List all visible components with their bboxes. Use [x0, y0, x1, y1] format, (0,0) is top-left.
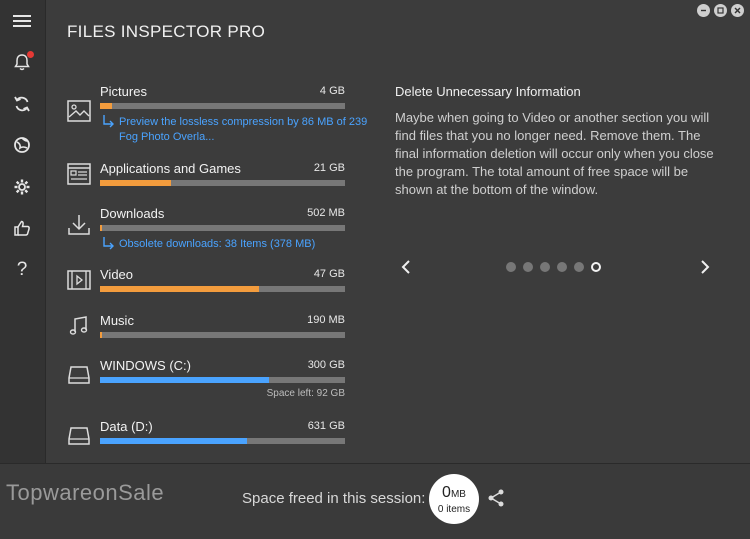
tip-title: Delete Unnecessary Information: [395, 84, 581, 99]
progress-bar: [100, 103, 345, 109]
drive-name: WINDOWS (C:): [100, 358, 191, 373]
globe-icon[interactable]: [10, 133, 34, 157]
progress-fill: [100, 438, 247, 444]
corner-arrow-icon: [103, 237, 114, 250]
notification-badge: [27, 51, 34, 58]
progress-bar: [100, 180, 345, 186]
pagination-dot[interactable]: [540, 262, 550, 272]
category-size: 502 MB: [307, 207, 345, 219]
drive-icon: [67, 425, 93, 451]
drive-icon: [67, 364, 93, 390]
freed-value: 0MB: [442, 484, 466, 501]
pagination-dot[interactable]: [557, 262, 567, 272]
applications-icon: [67, 163, 93, 189]
space-freed-label: Space freed in this session:: [242, 490, 426, 507]
category-name: Video: [100, 267, 134, 282]
watermark: TopwareonSale: [6, 480, 165, 505]
category-size: 4 GB: [319, 85, 345, 97]
bell-icon[interactable]: [10, 50, 34, 74]
app-title: FILES INSPECTOR PRO: [67, 22, 266, 41]
category-size: 190 MB: [307, 314, 345, 326]
window-controls: [697, 4, 744, 17]
thumbs-up-icon[interactable]: [10, 216, 34, 240]
category-name: Downloads: [100, 206, 165, 221]
pagination-dot[interactable]: [523, 262, 533, 272]
category-size: 47 GB: [313, 268, 345, 280]
corner-arrow-icon: [103, 115, 114, 128]
hint-text[interactable]: Preview the lossless compression by 86 M…: [119, 116, 367, 143]
prev-tip-button[interactable]: [398, 258, 414, 276]
music-icon: [67, 315, 93, 341]
minimize-button[interactable]: [697, 4, 710, 17]
progress-fill: [100, 103, 113, 109]
category-list: Pictures 4 GB Preview the lossless compr…: [45, 60, 375, 463]
progress-bar: [100, 332, 345, 338]
download-icon: [67, 214, 93, 240]
chevron-left-icon: [401, 260, 410, 274]
progress-bar: [100, 377, 345, 383]
progress-fill: [100, 180, 172, 186]
drive-name: Data (D:): [100, 419, 153, 434]
progress-fill: [100, 332, 103, 338]
image-icon: [67, 100, 93, 126]
hint-text[interactable]: Obsolete downloads: 38 Items (378 MB): [119, 238, 315, 250]
chevron-right-icon: [701, 260, 710, 274]
pagination-dot[interactable]: [591, 262, 601, 272]
obsolete-downloads-link[interactable]: Obsolete downloads: 38 Items (378 MB): [102, 237, 369, 252]
drive-size: 300 GB: [307, 359, 345, 371]
gear-icon[interactable]: [10, 175, 34, 199]
progress-fill: [100, 225, 103, 231]
progress-fill: [100, 377, 270, 383]
progress-bar: [100, 438, 345, 444]
space-left-label: Space left: 92 GB: [266, 388, 345, 399]
tip-pagination: [506, 262, 601, 272]
menu-icon[interactable]: [10, 9, 34, 33]
tip-text: Maybe when going to Video or another sec…: [395, 110, 714, 197]
sidebar: ?: [0, 0, 46, 463]
category-name: Applications and Games: [100, 161, 241, 176]
compression-preview-link[interactable]: Preview the lossless compression by 86 M…: [102, 115, 369, 145]
help-label: ?: [16, 259, 28, 280]
share-icon[interactable]: [486, 488, 506, 508]
category-name: Pictures: [100, 84, 147, 99]
drive-size: 631 GB: [307, 420, 345, 432]
refresh-icon[interactable]: [10, 92, 34, 116]
progress-bar: [100, 225, 345, 231]
help-icon[interactable]: ?: [10, 258, 34, 282]
freed-items: 0 items: [437, 504, 471, 515]
category-name: Music: [100, 313, 134, 328]
footer: TopwareonSale Space freed in this sessio…: [0, 463, 750, 539]
category-size: 21 GB: [313, 162, 345, 174]
next-tip-button[interactable]: [697, 258, 713, 276]
pagination-dot[interactable]: [506, 262, 516, 272]
progress-fill: [100, 286, 260, 292]
progress-bar: [100, 286, 345, 292]
space-freed-counter: 0MB 0 items: [429, 474, 479, 524]
video-icon: [67, 269, 93, 295]
maximize-button[interactable]: [714, 4, 727, 17]
pagination-dot[interactable]: [574, 262, 584, 272]
close-button[interactable]: [731, 4, 744, 17]
